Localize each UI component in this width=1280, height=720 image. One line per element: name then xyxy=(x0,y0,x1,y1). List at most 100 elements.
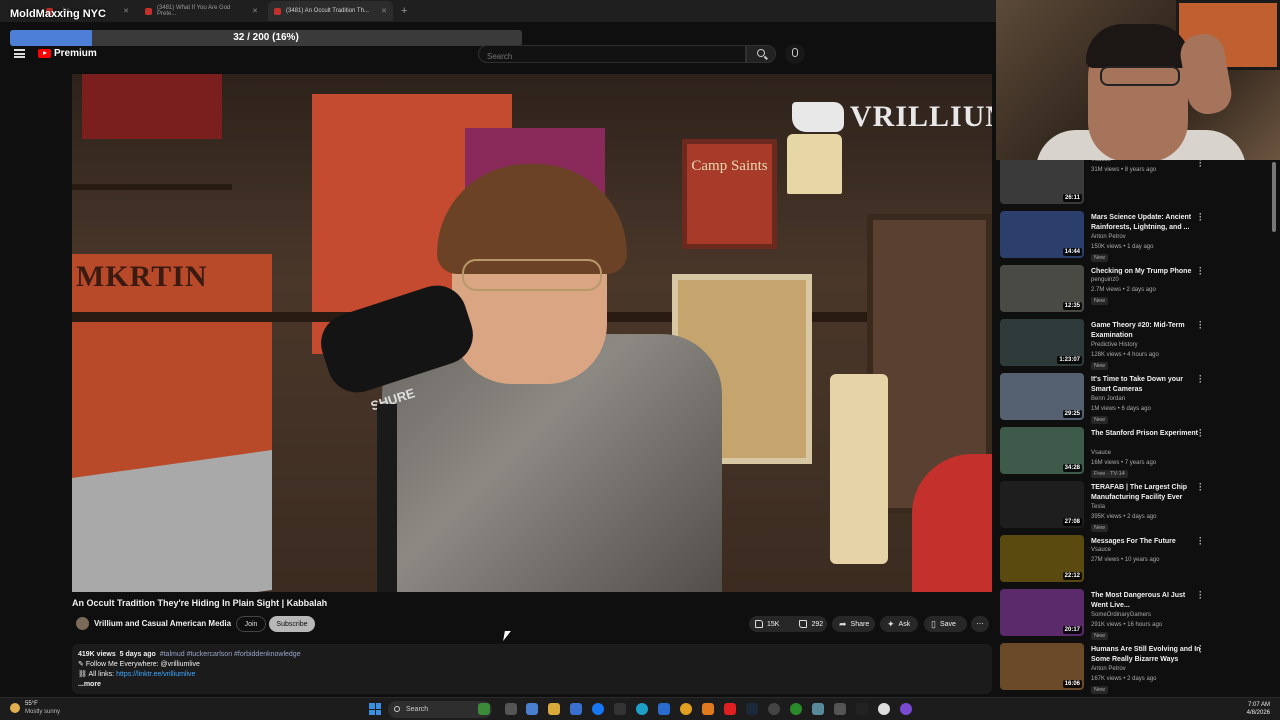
github-icon[interactable] xyxy=(878,703,890,715)
recommendation-item[interactable]: 29:25 It's Time to Take Down your Smart C… xyxy=(1000,372,1270,425)
terminal-icon[interactable] xyxy=(856,703,868,715)
video-thumbnail[interactable]: 14:44 xyxy=(1000,211,1084,258)
video-thumbnail[interactable]: 16:06 xyxy=(1000,643,1084,690)
more-options-icon[interactable]: · · · xyxy=(1199,160,1202,171)
linktree-link[interactable]: https://linktr.ee/vrilliumlive xyxy=(116,671,195,678)
recommendation-title[interactable]: TERAFAB | The Largest Chip Manufacturing… xyxy=(1091,483,1201,502)
recommendation-item[interactable]: 27:08 TERAFAB | The Largest Chip Manufact… xyxy=(1000,480,1270,533)
recommendation-channel[interactable]: Anton Petrov xyxy=(1091,234,1126,240)
recommendation-channel[interactable]: penguinz0 xyxy=(1091,277,1119,283)
more-actions-button[interactable]: ⋯ xyxy=(971,616,989,632)
more-options-icon[interactable]: · · · xyxy=(1199,210,1202,225)
calculator-icon[interactable] xyxy=(834,703,846,715)
amazon-icon[interactable] xyxy=(614,703,626,715)
sidebar-scrollbar[interactable] xyxy=(1272,162,1276,232)
obs-icon[interactable] xyxy=(768,703,780,715)
close-tab-icon[interactable]: ✕ xyxy=(381,7,387,15)
recommendation-channel[interactable]: Benn Jordan xyxy=(1091,396,1125,402)
more-options-icon[interactable]: · · · xyxy=(1199,264,1202,279)
recommendation-title[interactable]: Game Theory #20: Mid-Term Examination xyxy=(1091,321,1201,340)
recommendation-item[interactable]: 16:06 Humans Are Still Evolving and In So… xyxy=(1000,642,1270,695)
edge-icon[interactable] xyxy=(636,703,648,715)
copilot-icon[interactable] xyxy=(526,703,538,715)
recommendation-title[interactable]: The Most Dangerous AI Just Went Live... xyxy=(1091,591,1201,610)
outlook-icon[interactable] xyxy=(658,703,670,715)
video-thumbnail[interactable]: 20:17 xyxy=(1000,589,1084,636)
video-thumbnail[interactable]: 29:25 xyxy=(1000,373,1084,420)
steam-icon[interactable] xyxy=(746,703,758,715)
recommendation-channel[interactable]: Tesla xyxy=(1091,504,1105,510)
recommendation-channel[interactable]: SomeOrdinaryGamers xyxy=(1091,612,1151,618)
browser-tab-active[interactable]: (3481) An Occult Tradition Th... ✕ xyxy=(268,1,393,21)
recommendation-title[interactable]: The Stanford Prison Experiment xyxy=(1091,429,1201,439)
hashtags[interactable]: #talmud #tuckercarlson #forbiddenknowled… xyxy=(160,651,301,658)
video-thumbnail[interactable]: 1:23:07 xyxy=(1000,319,1084,366)
recommendation-channel[interactable]: Anton Petrov xyxy=(1091,666,1126,672)
facebook-icon[interactable] xyxy=(592,703,604,715)
more-options-icon[interactable]: · · · xyxy=(1199,372,1202,387)
windows-start-icon[interactable] xyxy=(369,703,381,715)
save-button[interactable]: ▯ Save xyxy=(924,616,967,632)
store-icon[interactable] xyxy=(570,703,582,715)
vlc-icon[interactable] xyxy=(702,703,714,715)
close-tab-icon[interactable]: ✕ xyxy=(123,7,129,15)
more-options-icon[interactable]: · · · xyxy=(1199,588,1202,603)
youtube-app-icon[interactable] xyxy=(724,703,736,715)
video-thumbnail[interactable]: 27:08 xyxy=(1000,481,1084,528)
menu-icon[interactable] xyxy=(14,49,25,58)
recommendation-item[interactable]: 20:17 The Most Dangerous AI Just Went Liv… xyxy=(1000,588,1270,641)
file-explorer-icon[interactable] xyxy=(548,703,560,715)
close-tab-icon[interactable]: ✕ xyxy=(252,7,258,15)
more-options-icon[interactable]: · · · xyxy=(1199,318,1202,333)
recommendation-channel[interactable]: Vsauce xyxy=(1091,160,1111,163)
recommendation-item[interactable]: 22:12 Messages For The Future Vsauce 27M vi… xyxy=(1000,534,1270,587)
search-input[interactable] xyxy=(479,48,745,65)
notepad-icon[interactable] xyxy=(812,703,824,715)
recommendation-channel[interactable]: Vsauce xyxy=(1091,450,1111,456)
voice-search-button[interactable] xyxy=(785,44,805,64)
like-button[interactable]: 15K xyxy=(749,616,785,632)
join-button[interactable]: Join xyxy=(236,616,266,632)
show-more-link[interactable]: ...more xyxy=(78,680,986,690)
video-thumbnail[interactable]: 12:35 xyxy=(1000,265,1084,312)
recommendation-title[interactable]: Messages For The Future xyxy=(1091,537,1201,547)
recommendation-title[interactable]: Humans Are Still Evolving and In Some Re… xyxy=(1091,645,1201,664)
recommendation-item[interactable]: 12:35 Checking on My Trump Phone penguinz0… xyxy=(1000,264,1270,317)
subscribe-button[interactable]: Subscribe xyxy=(269,616,315,632)
browser-tab[interactable]: (3481) What If You Are God Prete... ✕ xyxy=(139,1,264,21)
channel-avatar[interactable] xyxy=(76,617,89,630)
task-view-icon[interactable] xyxy=(505,703,517,715)
share-button[interactable]: ➦ Share xyxy=(832,616,875,632)
video-thumbnail[interactable]: 22:12 xyxy=(1000,535,1084,582)
system-clock[interactable]: 7:07 AM 4/8/2026 xyxy=(1247,701,1270,717)
search-button[interactable] xyxy=(746,45,776,63)
recommendation-title[interactable]: Mars Science Update: Ancient Rainforests… xyxy=(1091,213,1201,232)
chrome-icon[interactable] xyxy=(680,703,692,715)
more-options-icon[interactable]: · · · xyxy=(1199,642,1202,657)
recommendation-channel[interactable]: Vsauce xyxy=(1091,547,1111,553)
app-icon[interactable] xyxy=(900,703,912,715)
recommendation-channel[interactable]: Predictive History xyxy=(1091,342,1138,348)
recommendation-item[interactable]: 1:23:07 Game Theory #20: Mid-Term Examina… xyxy=(1000,318,1270,371)
description-box[interactable]: 419K views 5 days ago #talmud #tuckercar… xyxy=(72,644,992,694)
video-player[interactable]: MKRTIN Camp Saints SHURE VRILLIUM xyxy=(72,74,992,592)
ask-button[interactable]: ✦ Ask xyxy=(880,616,918,632)
new-tab-button[interactable]: + xyxy=(401,5,407,17)
channel-name[interactable]: Vrillium and Casual American Media xyxy=(94,619,231,628)
recommendation-title[interactable]: It's Time to Take Down your Smart Camera… xyxy=(1091,375,1201,394)
dislike-button[interactable]: 292 xyxy=(793,616,829,632)
more-options-icon[interactable]: · · · xyxy=(1199,534,1202,549)
youtube-logo[interactable]: Premium xyxy=(38,48,97,59)
recommendation-item[interactable]: 26:11 Vsauce 31M views • 8 years ago · · · xyxy=(1000,160,1270,209)
recommendation-item[interactable]: 34:28 The Stanford Prison Experiment Vsauc… xyxy=(1000,426,1270,479)
more-options-icon[interactable]: · · · xyxy=(1199,480,1202,495)
taskbar-search[interactable]: Search xyxy=(388,701,492,718)
widget-app-icon[interactable] xyxy=(478,703,490,715)
xbox-icon[interactable] xyxy=(790,703,802,715)
tab-label: (3481) What If You Are God Prete... xyxy=(157,5,231,17)
recommendation-item[interactable]: 14:44 Mars Science Update: Ancient Rainfo… xyxy=(1000,210,1270,263)
recommendation-title[interactable]: Checking on My Trump Phone xyxy=(1091,267,1201,277)
more-options-icon[interactable]: · · · xyxy=(1199,426,1202,441)
video-thumbnail[interactable]: 34:28 xyxy=(1000,427,1084,474)
video-thumbnail[interactable]: 26:11 xyxy=(1000,160,1084,204)
